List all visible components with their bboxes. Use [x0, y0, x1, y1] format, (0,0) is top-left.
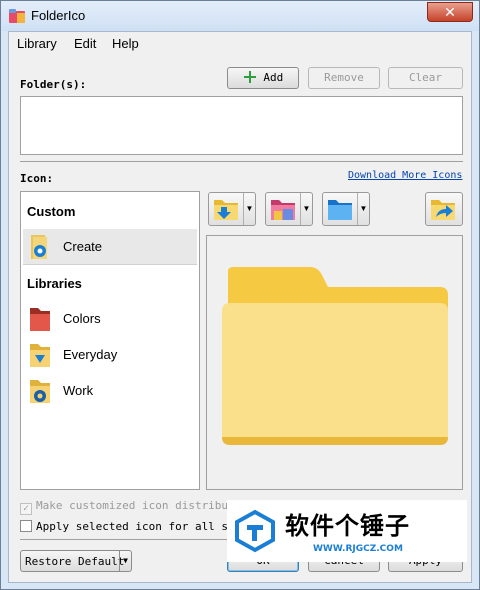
folder-colors-dropdown[interactable]: ▼ — [265, 192, 313, 226]
watermark-brand: 软件个锤子 — [285, 512, 410, 540]
list-item-label: Work — [63, 383, 94, 398]
chevron-down-icon: ▼ — [300, 193, 312, 225]
plus-icon — [243, 71, 256, 83]
folder-share-arrow-icon — [431, 200, 455, 220]
window-title: FolderIco — [31, 8, 86, 23]
libraries-group-header: Libraries — [27, 276, 82, 291]
menu-bar: Library Edit Help — [9, 32, 471, 54]
apply-all-subfolders-label: Apply selected icon for all sub — [36, 520, 230, 533]
chevron-down-icon: ▼ — [357, 193, 369, 225]
large-folder-preview-icon — [222, 267, 448, 445]
title-bar[interactable]: FolderIco ✕ — [1, 1, 479, 31]
divider — [20, 161, 463, 162]
folder-download-dropdown[interactable]: ▼ — [208, 192, 256, 226]
work-folder-icon — [30, 380, 50, 403]
download-more-icons-link[interactable]: Download More Icons — [348, 170, 462, 181]
icon-library-list[interactable]: Custom Create Libraries Colors Everyday … — [20, 191, 200, 490]
colorful-folder-icon — [271, 200, 295, 220]
add-button[interactable]: Add — [227, 67, 299, 89]
folder-down-arrow-icon — [214, 200, 238, 220]
list-item-label: Create — [63, 239, 103, 254]
folder-blue-dropdown[interactable]: ▼ — [322, 192, 370, 226]
chevron-down-icon: ▼ — [119, 551, 131, 571]
folders-list[interactable] — [20, 96, 463, 155]
restore-default-value: Restore Default — [25, 555, 125, 568]
apply-all-subfolders-option[interactable]: Apply selected icon for all sub — [20, 520, 230, 533]
open-icon-button[interactable] — [425, 192, 463, 226]
chevron-down-icon: ▼ — [243, 193, 255, 225]
icon-label: Icon: — [20, 172, 54, 185]
custom-group-header: Custom — [27, 204, 76, 219]
create-gear-folder-icon — [31, 235, 47, 259]
apply-all-subfolders-checkbox[interactable] — [20, 520, 32, 532]
list-item-everyday[interactable]: Everyday — [23, 337, 197, 373]
everyday-folder-icon — [30, 344, 50, 367]
make-distributable-label: Make customized icon distributab — [36, 499, 230, 512]
blue-folder-icon — [328, 200, 352, 220]
icon-preview — [206, 235, 463, 490]
list-item-create[interactable]: Create — [23, 229, 197, 265]
colors-folder-icon — [30, 308, 50, 331]
list-item-label: Colors — [63, 311, 101, 326]
watermark-overlay: 软件个锤子 WWW.RJGCZ.COM — [227, 500, 467, 562]
client-area: Library Edit Help Folder(s): Add Remove … — [8, 31, 472, 583]
watermark-url: WWW.RJGCZ.COM — [313, 544, 403, 554]
app-window: FolderIco ✕ Library Edit Help Folder(s):… — [0, 0, 480, 590]
restore-default-dropdown[interactable]: Restore Default ▼ — [20, 550, 132, 572]
close-button[interactable]: ✕ — [427, 2, 473, 22]
app-folder-icon — [9, 9, 25, 23]
remove-button[interactable]: Remove — [308, 67, 380, 89]
menu-edit[interactable]: Edit — [74, 36, 96, 51]
menu-help[interactable]: Help — [112, 36, 139, 51]
watermark-logo-icon — [235, 509, 275, 553]
menu-library[interactable]: Library — [17, 36, 57, 51]
make-distributable-option[interactable]: ✓ Make customized icon distributab — [20, 499, 230, 515]
folders-label: Folder(s): — [20, 78, 87, 91]
list-item-label: Everyday — [63, 347, 118, 362]
list-item-work[interactable]: Work — [23, 373, 197, 409]
list-item-colors[interactable]: Colors — [23, 301, 197, 337]
make-distributable-checkbox[interactable]: ✓ — [20, 503, 32, 515]
clear-button[interactable]: Clear — [388, 67, 463, 89]
add-label: Add — [263, 71, 284, 84]
